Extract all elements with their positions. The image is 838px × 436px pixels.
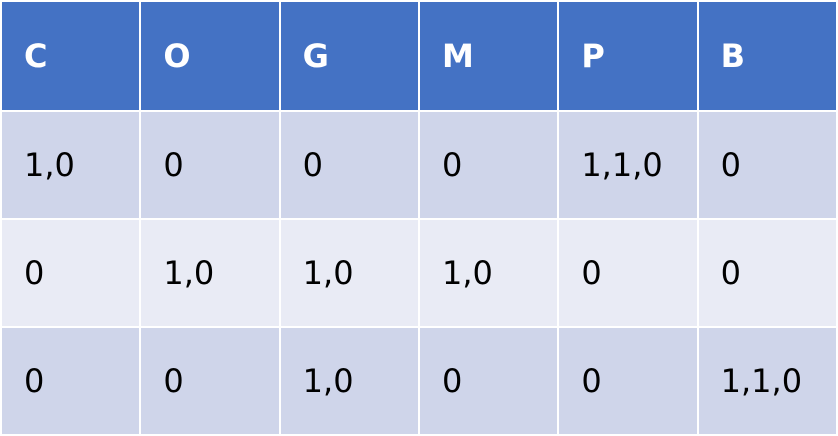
table-cell: 1,0: [417, 218, 560, 328]
column-header-b: B: [696, 0, 838, 112]
table-cell: 0: [139, 110, 281, 220]
column-header-c: C: [0, 0, 142, 112]
table-cell: 0: [696, 218, 838, 328]
table-cell: 0: [417, 110, 560, 220]
header-row: C O G M P B: [0, 0, 838, 112]
table-cell: 0: [0, 326, 142, 436]
table-cell: 1,0: [278, 218, 420, 328]
column-header-m: M: [417, 0, 560, 112]
table-cell: 0: [139, 326, 281, 436]
column-header-o: O: [139, 0, 281, 112]
table-cell: 0: [0, 218, 142, 328]
table-cell: 1,0: [278, 326, 420, 436]
table-cell: 0: [557, 326, 699, 436]
data-table-container: C O G M P B 1,0 0 0 0 1,1,0 0 0 1,0 1,0 …: [0, 0, 838, 436]
table-cell: 0: [417, 326, 560, 436]
table-row: 0 1,0 1,0 1,0 0 0: [0, 218, 838, 328]
table-cell: 0: [557, 218, 699, 328]
table-row: 1,0 0 0 0 1,1,0 0: [0, 110, 838, 220]
table-cell: 1,0: [0, 110, 142, 220]
table-cell: 1,0: [139, 218, 281, 328]
column-header-g: G: [278, 0, 420, 112]
table-cell: 1,1,0: [696, 326, 838, 436]
table-row: 0 0 1,0 0 0 1,1,0: [0, 326, 838, 436]
table-cell: 0: [278, 110, 420, 220]
column-header-p: P: [557, 0, 699, 112]
data-table: C O G M P B 1,0 0 0 0 1,1,0 0 0 1,0 1,0 …: [0, 0, 838, 436]
table-cell: 0: [696, 110, 838, 220]
table-cell: 1,1,0: [557, 110, 699, 220]
